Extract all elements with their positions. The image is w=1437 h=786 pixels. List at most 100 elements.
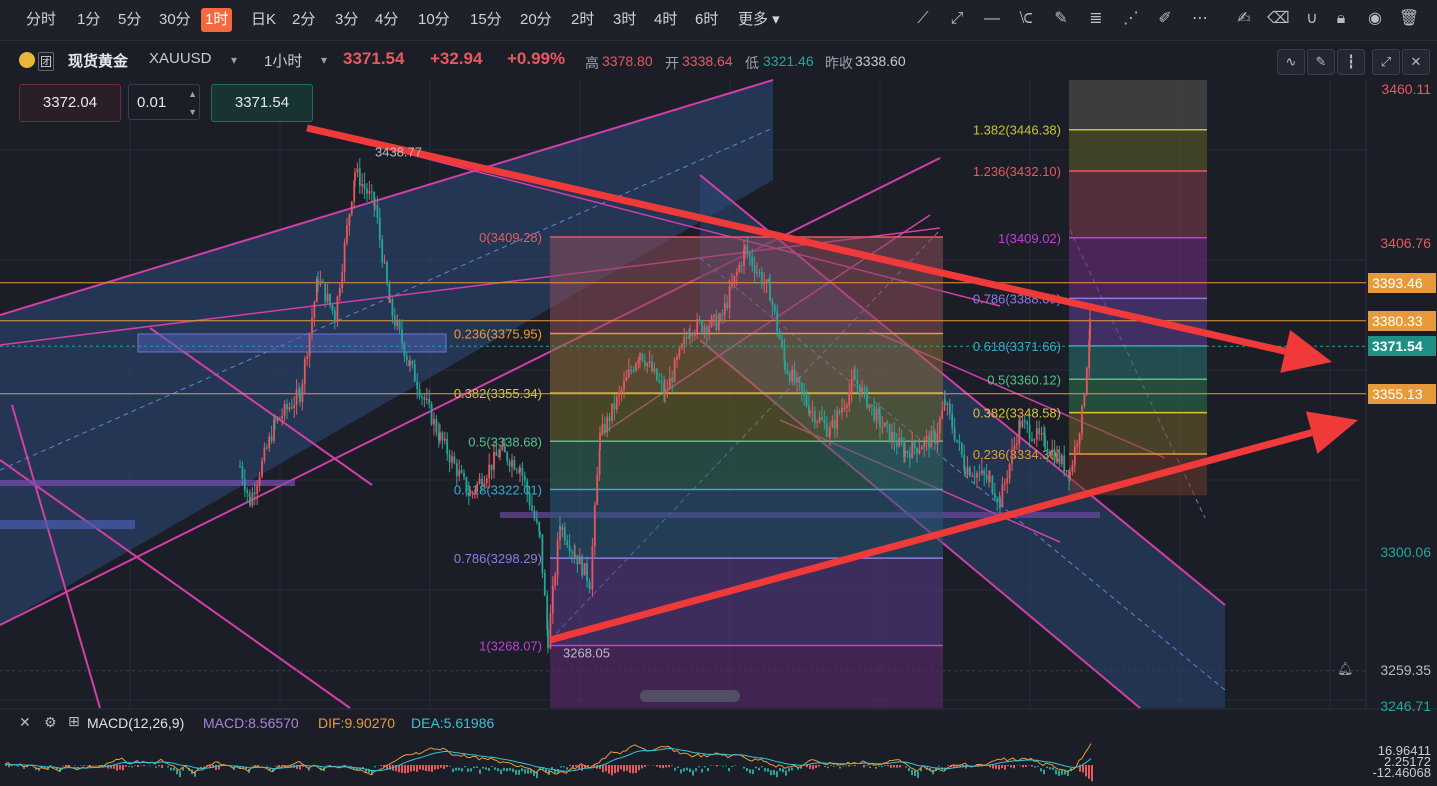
fib-level-label: 1.236(3432.10) <box>973 164 1061 179</box>
candle-body <box>608 416 611 421</box>
candle-body <box>508 461 511 467</box>
symbol-dropdown-icon[interactable]: ▾ <box>231 53 237 67</box>
trash-icon[interactable]: 🗑︎ <box>1398 8 1420 30</box>
channel-icon[interactable]: ⟈ <box>1015 8 1037 30</box>
brush-icon[interactable]: ✐ <box>1154 8 1176 30</box>
macd-bar <box>812 765 814 770</box>
timeframe-tab[interactable]: 15分 <box>466 8 506 32</box>
eraser-icon[interactable]: ⌫ <box>1267 8 1290 30</box>
candle-body <box>396 321 399 326</box>
candle-body <box>488 464 491 479</box>
candle-body <box>683 336 686 345</box>
timeframe-tab[interactable]: 20分 <box>516 8 556 32</box>
candle-body <box>893 432 896 443</box>
horizontal-line-icon[interactable]: — <box>981 8 1003 30</box>
y-tick-label: 3406.76 <box>1380 235 1431 252</box>
macd-bar <box>1034 766 1036 768</box>
timeframe-tab[interactable]: 日K <box>247 8 280 32</box>
macd-bar <box>95 765 97 766</box>
edit-icon[interactable]: ✍ <box>1233 8 1255 30</box>
candle-body <box>515 469 518 471</box>
lot-stepper-icon[interactable]: ▲ ▼ <box>188 85 197 121</box>
candle-body <box>451 456 453 463</box>
macd-bar <box>119 765 121 770</box>
lock-icon[interactable]: 🔒︎ <box>1330 8 1352 30</box>
candle-body <box>381 239 384 263</box>
macd-bar <box>839 766 841 769</box>
macd-bar <box>725 765 727 767</box>
macd-bar <box>1043 769 1045 775</box>
candle-body <box>493 452 495 470</box>
macd-bar <box>170 767 172 771</box>
candle-body <box>258 476 261 486</box>
candle-body <box>765 279 768 284</box>
timeframe-tab[interactable]: 30分 <box>155 8 195 32</box>
timeframe-tab[interactable]: 4分 <box>371 8 402 32</box>
macd-bar <box>965 765 967 769</box>
timeframe-tab[interactable]: 3时 <box>609 8 640 32</box>
candle-body <box>721 314 724 316</box>
gann-fan-icon[interactable]: ⋰ <box>1120 8 1142 30</box>
sell-price-button[interactable]: 3372.04 <box>19 84 121 122</box>
macd-bar <box>449 765 451 767</box>
trend-line-icon[interactable]: ⟋ <box>912 8 934 30</box>
macd-bar <box>707 768 709 772</box>
timeframe-tab[interactable]: 分时 <box>22 8 60 32</box>
macd-bar <box>116 765 118 771</box>
pen-icon[interactable]: ✎ <box>1050 8 1072 30</box>
candle-body <box>763 283 766 285</box>
lot-size-input[interactable]: 0.01 ▲ ▼ <box>128 84 200 120</box>
candle-body <box>501 445 504 450</box>
fullscreen-icon[interactable]: ⤢ <box>1372 49 1400 75</box>
macd-bar <box>677 766 679 769</box>
timeframe-tab[interactable]: 2分 <box>288 8 319 32</box>
alert-bell-icon[interactable]: 🔔︎ <box>1337 661 1354 677</box>
eye-icon[interactable]: ◉ <box>1364 8 1386 30</box>
macd-bar <box>176 769 178 775</box>
candle-body <box>370 191 373 193</box>
candle-body <box>858 384 861 396</box>
timeframe-tab[interactable]: 1时 <box>201 8 233 32</box>
timeframe-tab[interactable]: 5分 <box>114 8 145 32</box>
timeframe-tab[interactable]: 4时 <box>650 8 681 32</box>
timeframe-tab[interactable]: 1分 <box>73 8 104 32</box>
macd-bar <box>1019 765 1021 766</box>
indicator-icon[interactable]: ∿ <box>1277 49 1305 75</box>
interval-label[interactable]: 1小时 <box>264 50 302 71</box>
close-indicator-icon[interactable]: ✕ <box>19 714 31 731</box>
more-tools-icon[interactable]: ⋯ <box>1189 8 1211 30</box>
price-annotation: 3438.77 <box>375 145 422 160</box>
timeframe-tab[interactable]: 10分 <box>414 8 454 32</box>
macd-bar <box>605 765 607 772</box>
interval-dropdown-icon[interactable]: ▾ <box>321 53 327 67</box>
candle-body <box>295 389 298 405</box>
fibonacci-icon[interactable]: ≣ <box>1085 8 1107 30</box>
candle-body <box>920 447 923 450</box>
zone-rect <box>137 333 447 353</box>
macd-bar <box>893 765 895 768</box>
last-price: 3371.54 <box>343 49 405 68</box>
symbol-code[interactable]: XAUUSD <box>149 50 212 67</box>
scroll-handle[interactable] <box>640 690 740 702</box>
buy-price-button[interactable]: 3371.54 <box>211 84 313 122</box>
timeframe-tab[interactable]: 6时 <box>691 8 722 32</box>
candle-body <box>1031 439 1033 441</box>
close-icon[interactable]: ✕ <box>1402 49 1430 75</box>
candle-body <box>971 475 974 477</box>
open-value: 3338.64 <box>682 53 733 69</box>
magnet-icon[interactable]: ∪ <box>1301 8 1323 30</box>
more-menu[interactable]: 更多 ▾ <box>734 8 784 32</box>
add-indicator-icon[interactable]: ⊞ <box>68 713 80 730</box>
settings-icon[interactable]: ⚙ <box>44 714 57 731</box>
candle-body <box>1011 449 1013 464</box>
timeframe-tab[interactable]: 2时 <box>567 8 598 32</box>
y-tick-label: 3259.35 <box>1380 661 1431 678</box>
candle-type-icon[interactable]: ┇ <box>1337 49 1365 75</box>
timeframe-tab[interactable]: 3分 <box>331 8 362 32</box>
candle-body <box>985 474 988 480</box>
macd-bar <box>1037 765 1039 767</box>
candle-body <box>993 493 996 499</box>
draw-toggle-icon[interactable]: ✎ <box>1307 49 1335 75</box>
ray-icon[interactable]: ⤢ <box>946 8 968 30</box>
macd-bar <box>827 766 829 769</box>
